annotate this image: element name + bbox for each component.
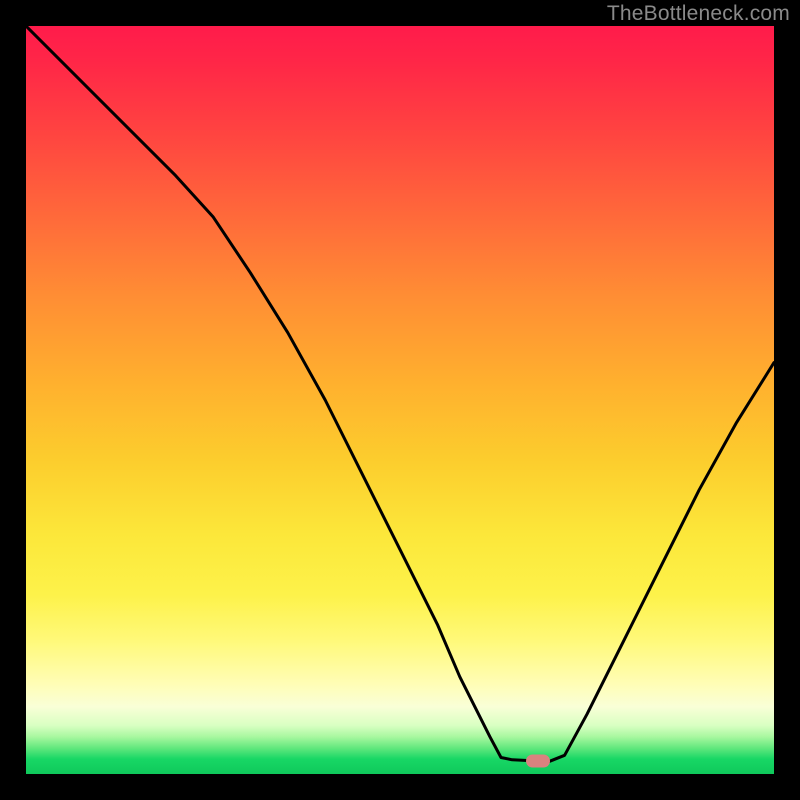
- chart-frame: TheBottleneck.com: [0, 0, 800, 800]
- optimal-point-marker: [526, 755, 550, 768]
- plot-area: [26, 26, 774, 774]
- watermark-text: TheBottleneck.com: [607, 2, 790, 26]
- bottleneck-curve: [26, 26, 774, 774]
